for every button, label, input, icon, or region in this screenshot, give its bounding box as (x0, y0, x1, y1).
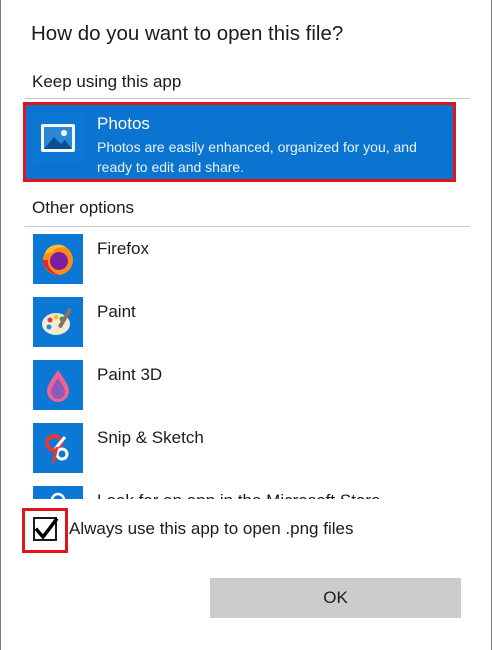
app-option-paint[interactable]: Paint (23, 292, 470, 350)
open-with-dialog: How do you want to open this file? Keep … (0, 0, 492, 650)
always-use-checkbox[interactable] (33, 517, 59, 541)
app-name: Paint 3D (97, 365, 163, 384)
app-name: Paint (97, 302, 136, 321)
app-list[interactable]: Firefox Paint Paint 3D Snip & Sketch (23, 229, 470, 499)
always-use-label: Always use this app to open .png files (69, 519, 354, 538)
app-option-firefox[interactable]: Firefox (23, 229, 470, 287)
store-icon (33, 486, 83, 499)
app-option-paint-3d[interactable]: Paint 3D (23, 355, 470, 413)
paint-icon (33, 297, 83, 347)
app-name: Look for an app in the Microsoft Store (97, 491, 381, 499)
photos-icon (33, 113, 83, 163)
divider (25, 98, 470, 99)
keep-using-heading: Keep using this app (32, 72, 182, 91)
app-name: Firefox (97, 239, 149, 258)
snip-sketch-icon (33, 423, 83, 473)
app-option-store[interactable]: Look for an app in the Microsoft Store (23, 481, 470, 499)
app-description: Photos are easily enhanced, organized fo… (97, 139, 417, 175)
divider (25, 226, 470, 227)
app-name: Photos (97, 114, 150, 133)
paint-3d-icon (33, 360, 83, 410)
other-options-heading: Other options (32, 198, 135, 217)
checkmark-icon (34, 517, 59, 540)
app-option-photos[interactable]: Photos Photos are easily enhanced, organ… (23, 103, 456, 182)
app-option-snip-sketch[interactable]: Snip & Sketch (23, 418, 470, 476)
ok-button[interactable]: OK (210, 578, 461, 618)
firefox-icon (33, 234, 83, 284)
app-name: Snip & Sketch (97, 428, 204, 447)
dialog-title: How do you want to open this file? (31, 22, 344, 45)
